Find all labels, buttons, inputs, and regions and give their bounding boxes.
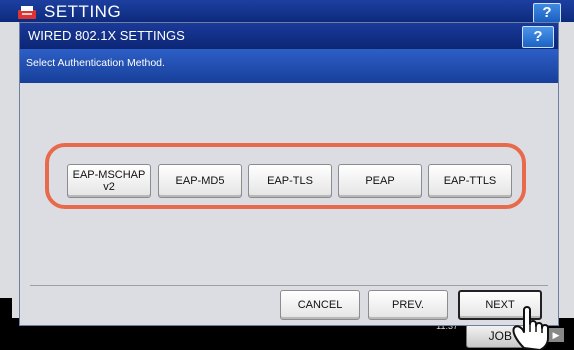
eap-mschapv2-button[interactable]: EAP-MSCHAP v2 <box>67 164 151 198</box>
dialog-help-button[interactable]: ? <box>522 26 554 48</box>
printer-logo-icon <box>18 6 36 19</box>
peap-button[interactable]: PEAP <box>338 164 422 198</box>
eap-tls-button[interactable]: EAP-TLS <box>248 164 332 198</box>
footer-divider <box>30 285 548 286</box>
background-help-button[interactable]: ? <box>533 3 561 23</box>
eap-ttls-button[interactable]: EAP-TTLS <box>428 164 512 198</box>
hand-pointer-icon <box>512 306 549 350</box>
prev-button[interactable]: PREV. <box>368 290 448 320</box>
dialog-title: WIRED 802.1X SETTINGS <box>28 28 185 43</box>
dialog-instruction: Select Authentication Method. <box>26 57 165 69</box>
dialog-title-bar: WIRED 802.1X SETTINGS ? <box>20 23 558 49</box>
background-title: SETTING <box>44 2 122 21</box>
dialog-instruction-bar: Select Authentication Method. <box>20 49 558 83</box>
cancel-button[interactable]: CANCEL <box>280 290 360 320</box>
eap-md5-button[interactable]: EAP-MD5 <box>158 164 242 198</box>
